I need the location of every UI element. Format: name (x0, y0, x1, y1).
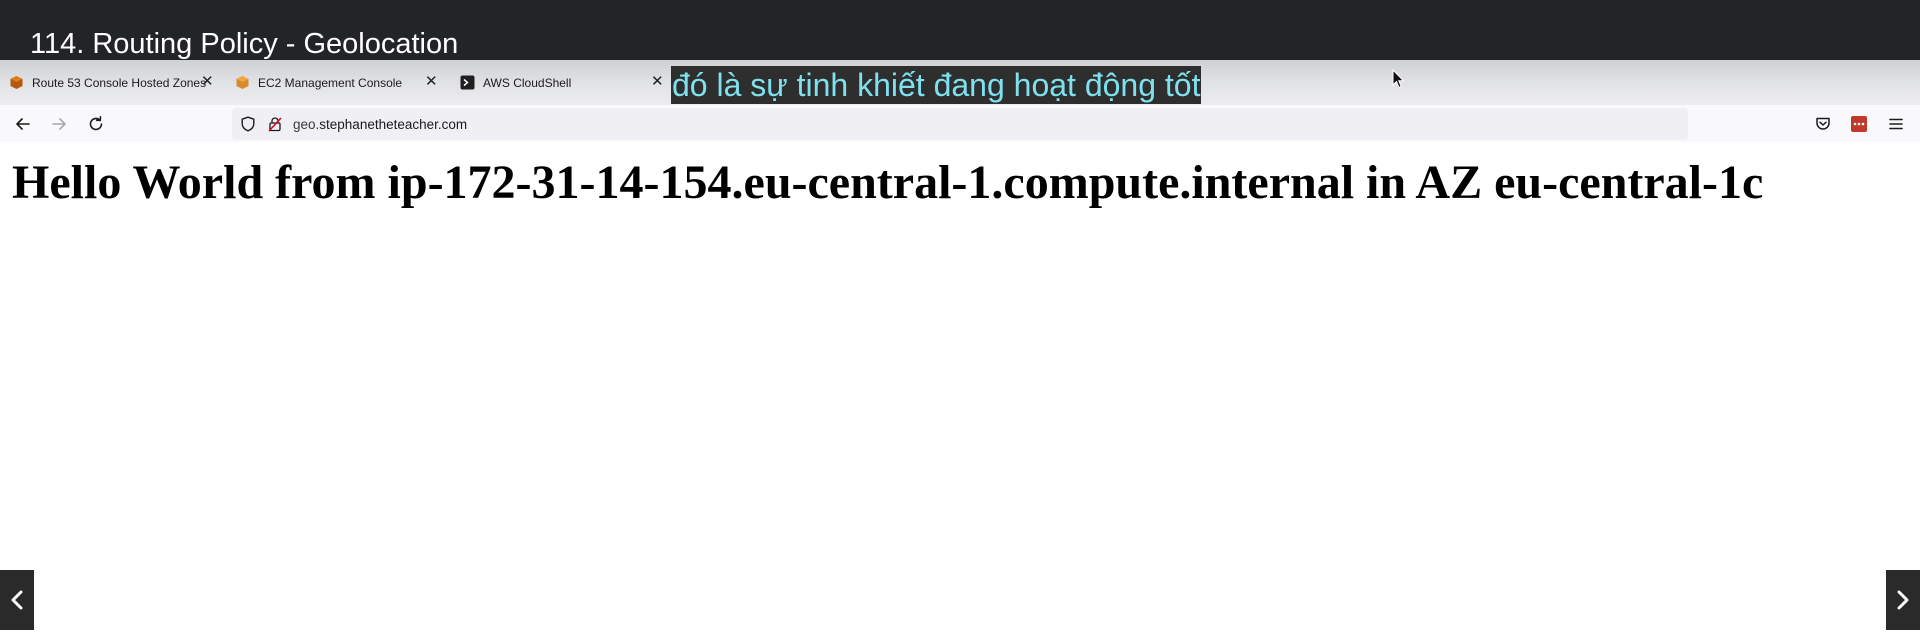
hamburger-menu-icon (1889, 118, 1903, 130)
route53-icon (9, 75, 24, 90)
mouse-cursor-icon (1392, 68, 1406, 89)
pocket-button[interactable] (1813, 114, 1833, 134)
cloudshell-icon (460, 75, 475, 90)
chevron-right-icon (1897, 590, 1909, 610)
chevron-left-icon (11, 590, 23, 610)
forward-button[interactable] (49, 114, 69, 134)
close-icon[interactable]: ✕ (651, 72, 664, 92)
reload-icon (89, 116, 103, 131)
url-prefix: geo. (293, 117, 320, 132)
close-icon[interactable]: ✕ (425, 72, 438, 92)
url-host: stephanetheteacher.com (319, 117, 468, 132)
back-button[interactable] (13, 114, 33, 134)
tab-route53[interactable]: Route 53 Console Hosted Zones ✕ (9, 60, 214, 105)
forward-arrow-icon (52, 118, 66, 130)
tab-cloudshell[interactable]: AWS CloudShell ✕ (460, 60, 664, 105)
reload-button[interactable] (86, 114, 106, 134)
tracking-protection-button[interactable] (238, 114, 258, 134)
url-text[interactable]: geo.stephanetheteacher.com (293, 117, 467, 132)
tab-label: EC2 Management Console (258, 75, 403, 90)
tab-label: AWS CloudShell (483, 75, 572, 90)
video-title: 114. Routing Policy - Geolocation (30, 28, 459, 60)
site-info-button[interactable] (265, 114, 285, 134)
next-slide-button[interactable] (1886, 570, 1920, 630)
menu-button[interactable] (1886, 114, 1906, 134)
ec2-icon (235, 75, 250, 90)
shield-icon (241, 116, 255, 132)
extension-button[interactable] (1849, 114, 1869, 134)
page-heading: Hello World from ip-172-31-14-154.eu-cen… (12, 156, 1764, 209)
password-manager-extension-icon (1851, 116, 1867, 132)
back-arrow-icon (16, 118, 30, 130)
close-icon[interactable]: ✕ (201, 72, 214, 92)
insecure-lock-icon (268, 117, 282, 132)
tab-label: Route 53 Console Hosted Zones (32, 75, 207, 90)
tab-ec2[interactable]: EC2 Management Console ✕ (235, 60, 438, 105)
pocket-icon (1816, 117, 1830, 130)
video-subtitle: đó là sự tinh khiết đang hoạt động tốt (671, 66, 1202, 104)
video-title-bar: 114. Routing Policy - Geolocation (0, 0, 1920, 60)
previous-slide-button[interactable] (0, 570, 34, 630)
